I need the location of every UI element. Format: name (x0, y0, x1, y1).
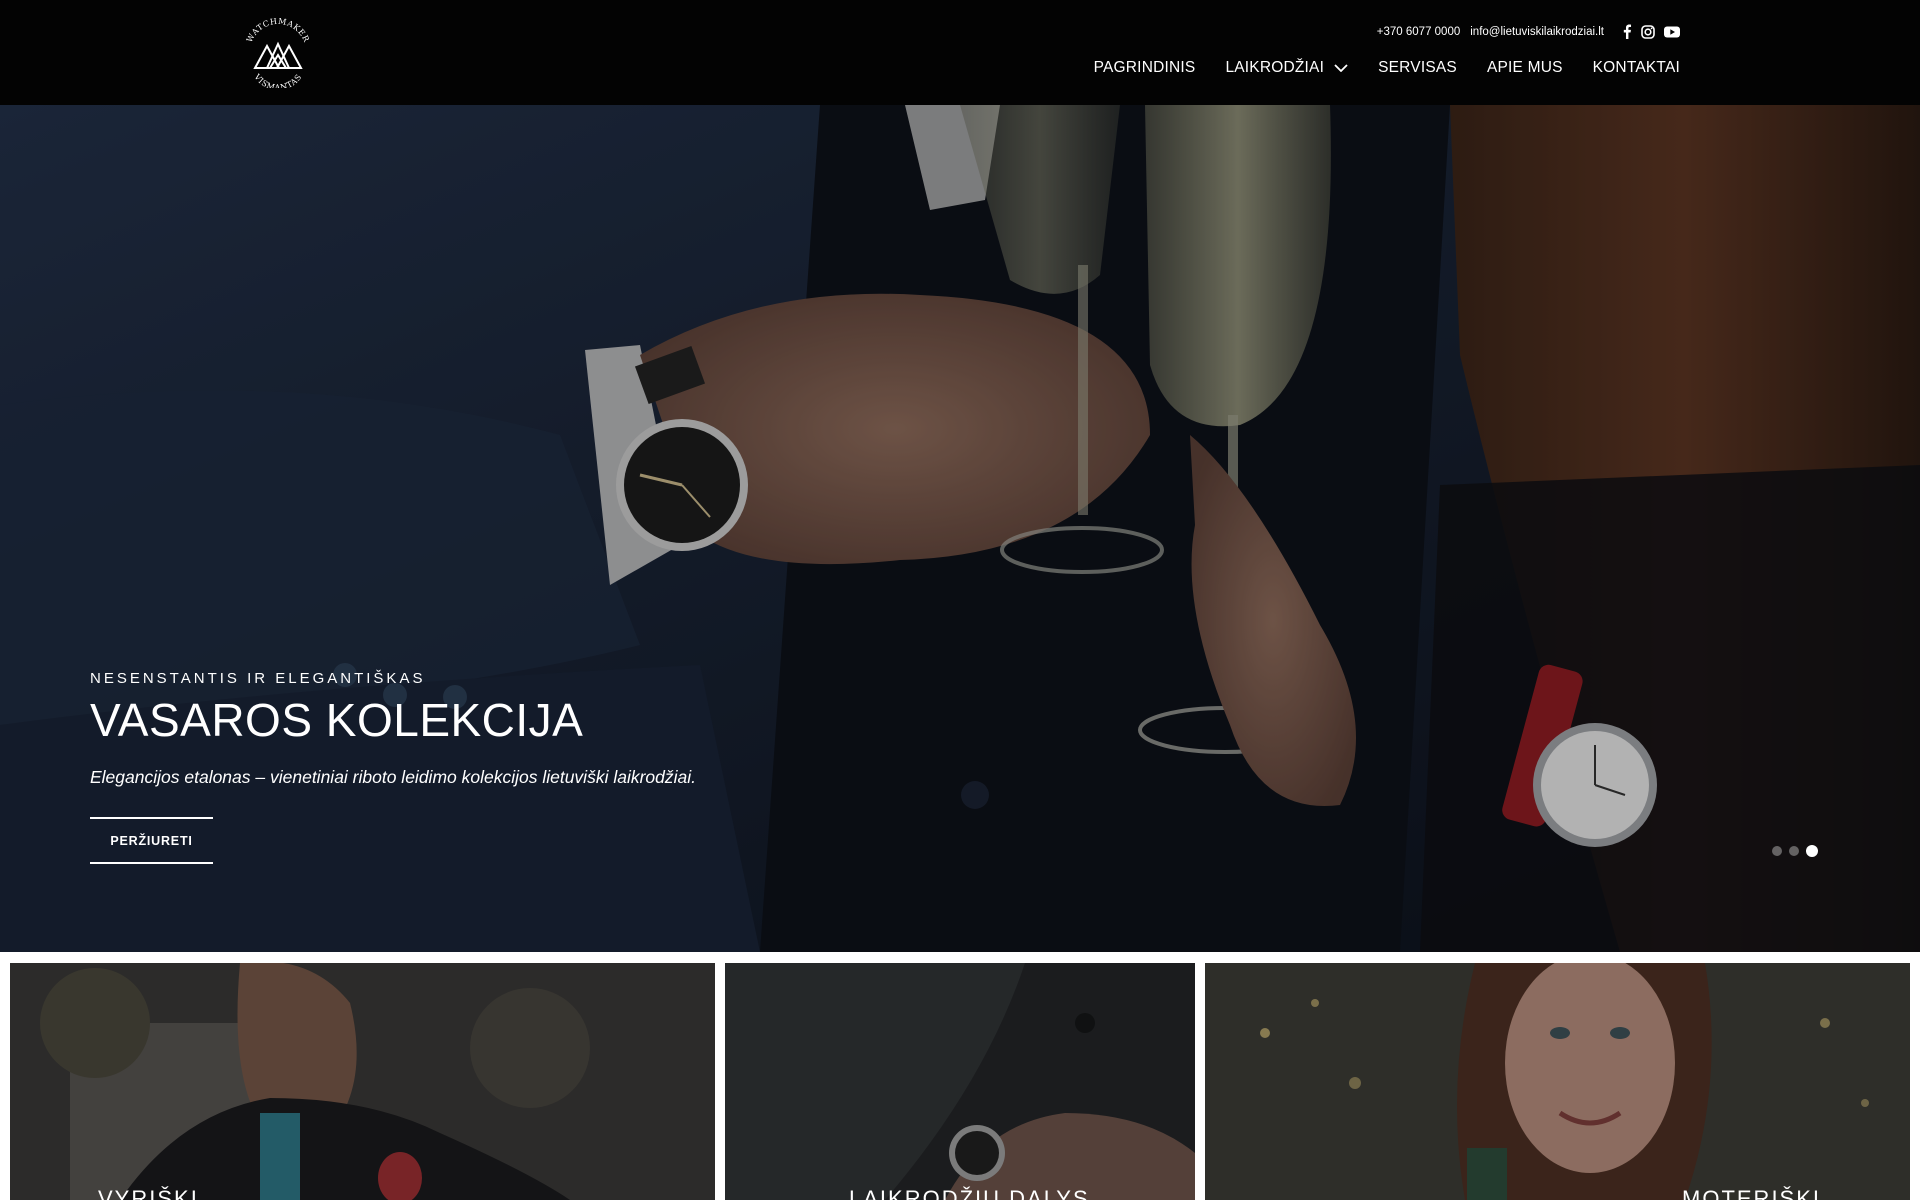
instagram-icon[interactable] (1641, 24, 1655, 39)
slider-dots (1772, 845, 1818, 857)
slider-dot-2[interactable] (1789, 846, 1799, 856)
hero-title: VASAROS KOLEKCIJA (90, 694, 584, 746)
view-collection-button[interactable]: PERŽIURETI (90, 817, 213, 864)
hero-subtitle: Elegancijos etalonas – vienetiniai ribot… (90, 767, 696, 787)
category-image (1205, 963, 1910, 1200)
nav-label: KONTAKTAI (1592, 59, 1680, 76)
svg-text:WATCHMAKER: WATCHMAKER (245, 18, 311, 44)
phone-link[interactable]: +370 6077 0000 (1377, 26, 1460, 38)
nav-label: LAIKRODŽIAI (1225, 59, 1325, 76)
category-tile-parts[interactable]: LAIKRODŽIŲ DALYS (725, 963, 1195, 1200)
social-links (1622, 24, 1680, 39)
slider-dot-1[interactable] (1772, 846, 1782, 856)
header-contact: +370 6077 0000 info@lietuviskilaikrodzia… (1377, 24, 1680, 39)
nav-item-servisas[interactable]: SERVISAS (1378, 59, 1457, 77)
nav-item-pagrindinis[interactable]: PAGRINDINIS (1094, 59, 1196, 77)
email-link[interactable]: info@lietuviskilaikrodziai.lt (1470, 26, 1604, 38)
main-nav: PAGRINDINIS LAIKRODŽIAI SERVISAS APIE MU… (1094, 59, 1680, 77)
nav-label: APIE MUS (1486, 59, 1563, 76)
slider-dot-3[interactable] (1806, 845, 1818, 857)
site-header: WATCHMAKER VISMANTAS +370 6077 0000 info… (0, 0, 1920, 105)
brand-logo[interactable]: WATCHMAKER VISMANTAS (238, 17, 318, 92)
hero-eyebrow: NESENSTANTIS IR ELEGANTIŠKAS (90, 670, 426, 687)
chevron-down-icon (1334, 64, 1348, 72)
category-image (10, 963, 715, 1200)
nav-item-apie-mus[interactable]: APIE MUS (1487, 59, 1563, 77)
category-tile-women[interactable]: MOTERIŠKI (1205, 963, 1910, 1200)
nav-item-laikrodziai[interactable]: LAIKRODŽIAI (1225, 59, 1348, 77)
category-label: MOTERIŠKI (1682, 1186, 1822, 1200)
svg-text:VISMANTAS: VISMANTAS (252, 72, 304, 88)
category-label: VYRIŠKI (98, 1186, 199, 1200)
hero-slider: NESENSTANTIS IR ELEGANTIŠKAS VASAROS KOL… (0, 105, 1920, 952)
hero-image (0, 105, 1920, 952)
nav-label: SERVISAS (1378, 59, 1457, 76)
category-label: LAIKRODŽIŲ DALYS (849, 1186, 1090, 1200)
category-image (725, 963, 1195, 1200)
logo-mark-icon: WATCHMAKER VISMANTAS (245, 17, 311, 92)
nav-label: PAGRINDINIS (1093, 59, 1196, 76)
nav-item-kontaktai[interactable]: KONTAKTAI (1593, 59, 1680, 77)
hero-caption: NESENSTANTIS IR ELEGANTIŠKAS VASAROS KOL… (90, 670, 696, 788)
youtube-icon[interactable] (1664, 26, 1680, 38)
category-tile-men[interactable]: VYRIŠKI (10, 963, 715, 1200)
facebook-icon[interactable] (1622, 24, 1632, 39)
